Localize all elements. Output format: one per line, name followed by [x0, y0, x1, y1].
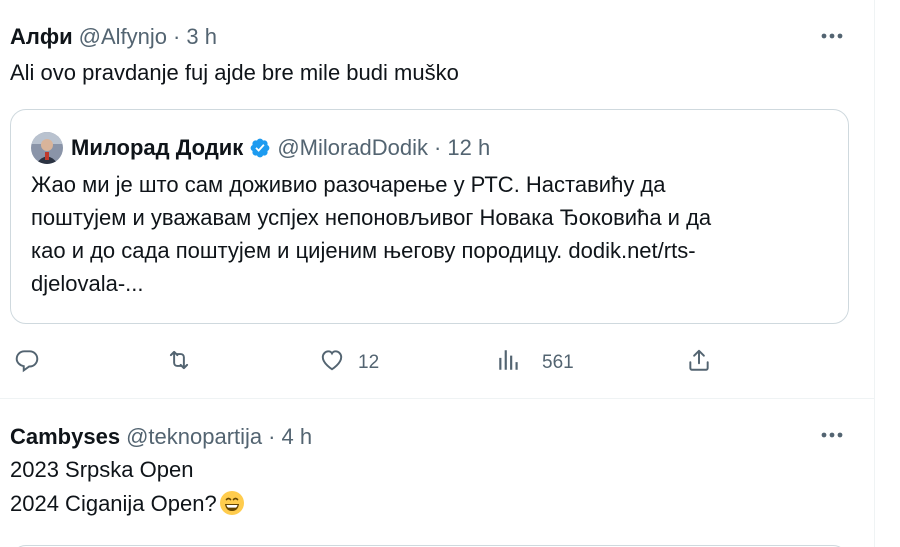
reply-button[interactable] [14, 345, 40, 381]
verified-badge-icon [249, 137, 271, 159]
retweet-icon [164, 347, 194, 379]
share-button[interactable] [686, 345, 712, 381]
like-button[interactable]: 12 [318, 345, 379, 381]
author-name[interactable]: Cambyses [10, 424, 120, 450]
quote-text-line: као и до сада поштујем и цијеним његову … [31, 238, 696, 263]
quote-author-handle[interactable]: @MiloradDodik [277, 135, 428, 161]
heart-icon [318, 347, 346, 379]
avatar[interactable] [31, 132, 63, 164]
author-handle[interactable]: @Alfynjo [79, 24, 167, 50]
more-options-icon[interactable] [818, 423, 846, 447]
separator-dot: · [173, 24, 181, 49]
tweet-header: Алфи @Alfynjo · 3 h [10, 24, 217, 50]
tweet-text-line: 2024 Ciganija Open? [10, 487, 245, 521]
quote-timestamp[interactable]: 12 h [447, 135, 490, 161]
quote-text: Жао ми је што сам доживио разочарење у Р… [31, 168, 831, 300]
quote-text-line: Жао ми је што сам доживио разочарење у Р… [31, 172, 666, 197]
tweet-text: 2023 Srpska Open 2024 Ciganija Open? [10, 453, 245, 521]
quote-text-line: djelovala-... [31, 271, 144, 296]
separator-dot: · [268, 424, 276, 449]
quote-header: Милорад Додик @MiloradDodik · 12 h [31, 132, 490, 164]
tweet-text: Ali ovo pravdanje fuj ajde bre mile budi… [10, 60, 459, 85]
tweet[interactable]: Алфи @Alfynjo · 3 h Ali ovo pravdanje fu… [0, 0, 874, 398]
retweet-button[interactable] [164, 345, 194, 381]
author-name[interactable]: Алфи [10, 24, 73, 50]
timestamp[interactable]: 3 h [186, 24, 217, 50]
like-count: 12 [358, 352, 380, 373]
quote-author-name[interactable]: Милорад Додик [71, 135, 243, 161]
column-divider [874, 0, 875, 547]
author-handle[interactable]: @teknopartija [126, 424, 262, 450]
more-options-icon[interactable] [818, 24, 846, 48]
tweet[interactable]: Cambyses @teknopartija · 4 h 2023 Srpska… [0, 398, 874, 547]
tweet-text-line-content: 2024 Ciganija Open? [10, 491, 217, 516]
quote-text-line: поштујем и уважавам успјех непоновљивог … [31, 205, 712, 230]
quoted-tweet[interactable]: Милорад Додик @MiloradDodik · 12 h Жао м… [10, 109, 849, 324]
tweet-header: Cambyses @teknopartija · 4 h [10, 424, 312, 450]
separator-dot: · [434, 135, 442, 160]
reply-icon [14, 347, 40, 379]
views-button[interactable]: 561 [496, 345, 574, 381]
share-icon [686, 347, 712, 379]
tweet-text-line: 2023 Srpska Open [10, 457, 194, 482]
timestamp[interactable]: 4 h [281, 424, 312, 450]
action-bar: 12 561 [0, 345, 874, 381]
views-icon [496, 347, 522, 379]
views-count: 561 [542, 352, 574, 373]
grinning-face-emoji-icon [219, 490, 245, 516]
